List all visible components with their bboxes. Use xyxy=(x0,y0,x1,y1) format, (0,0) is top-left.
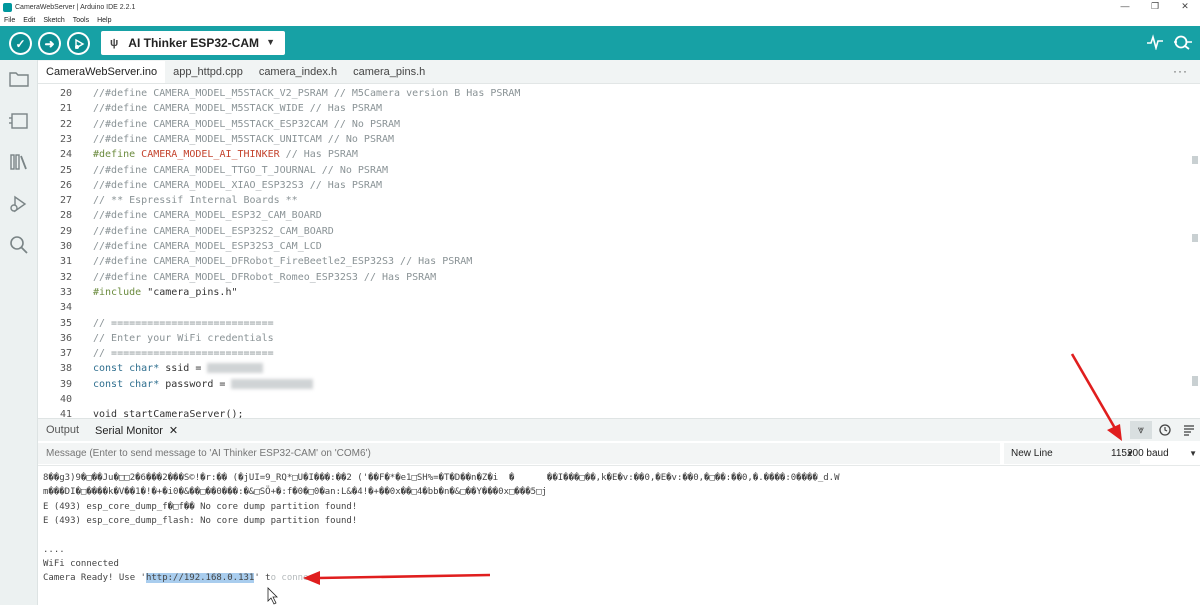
editor-scrollbar[interactable] xyxy=(1190,84,1200,418)
menu-bar: File Edit Sketch Tools Help xyxy=(0,14,1200,26)
usb-icon: ψ xyxy=(110,37,119,49)
sidebar xyxy=(0,60,38,605)
camera-url[interactable]: http://192.168.0.131 xyxy=(145,573,255,583)
verify-button[interactable]: ✓ xyxy=(9,32,32,55)
baud-rate-select[interactable]: 115200 baud ▼ xyxy=(1104,443,1200,464)
folder-icon[interactable] xyxy=(8,68,30,90)
code-line: 22//#define CAMERA_MODEL_M5STACK_ESP32CA… xyxy=(59,118,401,130)
code-line: 38 const char* ssid = xyxy=(38,361,264,376)
window-controls: — ❐ ✕ xyxy=(1110,0,1200,14)
minimize-icon[interactable]: — xyxy=(1110,0,1140,14)
debug-button[interactable] xyxy=(67,32,90,55)
code-line: 28//#define CAMERA_MODEL_ESP32_CAM_BOARD xyxy=(59,210,322,222)
output-line: WiFi connected xyxy=(43,559,119,569)
code-line: 24 #define CAMERA_MODEL_AI_THINKER // Has… xyxy=(59,149,358,161)
search-icon[interactable] xyxy=(8,234,30,256)
serial-output[interactable]: 8��g3)9�□��Ju�□□2�6���2���S©!�r:�� (�jUI… xyxy=(38,467,1200,605)
arrow-right-icon: ➜ xyxy=(40,34,59,53)
menu-help[interactable]: Help xyxy=(97,17,111,24)
more-icon[interactable]: ··· xyxy=(1173,64,1188,78)
code-line: 41 void startCameraServer(); xyxy=(59,409,244,418)
close-icon[interactable]: ✕ xyxy=(169,425,178,437)
redacted-ssid xyxy=(207,363,264,374)
output-line: 8��g3)9�□��Ju�□□2�6���2���S©!�r:�� (�jUI… xyxy=(43,473,840,483)
output-line: Camera Ready! Use 'http://192.168.0.131'… xyxy=(43,573,320,583)
code-line: 31//#define CAMERA_MODEL_DFRobot_FireBee… xyxy=(59,256,473,268)
code-line: 25//#define CAMERA_MODEL_TTGO_T_JOURNAL … xyxy=(59,164,389,176)
serial-plotter-icon[interactable] xyxy=(1146,34,1164,54)
code-line: 33 #include "camera_pins.h" xyxy=(59,286,238,298)
debug-icon xyxy=(69,34,88,53)
tab-serial-monitor[interactable]: Serial Monitor ✕ xyxy=(87,424,186,437)
baud-rate-value: 115200 baud xyxy=(1111,448,1169,459)
tab-output[interactable]: Output xyxy=(38,424,87,436)
menu-sketch[interactable]: Sketch xyxy=(43,17,64,24)
title-bar: CameraWebServer | Arduino IDE 2.2.1 — ❐ … xyxy=(0,0,1200,14)
code-line: 23//#define CAMERA_MODEL_M5STACK_UNITCAM… xyxy=(59,133,395,145)
serial-monitor-bar: New Line ▼ 115200 baud ▼ xyxy=(38,441,1200,466)
window-title: CameraWebServer | Arduino IDE 2.2.1 xyxy=(15,3,136,11)
arduino-app-icon xyxy=(3,2,12,12)
code-line: 30//#define CAMERA_MODEL_ESP32S3_CAM_LCD xyxy=(59,241,322,252)
line-ending-value: New Line xyxy=(1011,448,1053,459)
debug-icon[interactable] xyxy=(8,193,30,215)
menu-tools[interactable]: Tools xyxy=(73,17,89,24)
close-icon[interactable]: ✕ xyxy=(1170,0,1200,14)
tab-camera-pins[interactable]: camera_pins.h xyxy=(345,61,433,83)
code-line: 40 xyxy=(59,394,72,405)
upload-button[interactable]: ➜ xyxy=(38,32,61,55)
toolbar: ✓ ➜ ψ AI Thinker ESP32-CAM ▼ xyxy=(0,26,1200,60)
output-line: E (493) esp_core_dump_flash: No core dum… xyxy=(43,516,358,526)
tab-app-httpd[interactable]: app_httpd.cpp xyxy=(165,61,251,83)
clear-output-icon[interactable] xyxy=(1178,421,1200,439)
chevron-down-icon: ▼ xyxy=(266,37,275,47)
code-line: 27// ** Espressif Internal Boards ** xyxy=(59,195,298,207)
code-line: 20//#define CAMERA_MODEL_M5STACK_V2_PSRA… xyxy=(59,88,521,99)
tab-camera-index[interactable]: camera_index.h xyxy=(251,61,345,83)
code-line: 32//#define CAMERA_MODEL_DFRobot_Romeo_E… xyxy=(59,271,437,283)
serial-monitor-icon[interactable] xyxy=(1173,34,1193,54)
code-line: 35// =========================== xyxy=(59,317,274,329)
code-line: 37// =========================== xyxy=(59,348,274,360)
code-line: 36// Enter your WiFi credentials xyxy=(59,332,274,344)
redacted-password xyxy=(231,378,314,389)
board-name: AI Thinker ESP32-CAM xyxy=(128,36,259,50)
message-input[interactable] xyxy=(38,443,1000,464)
menu-file[interactable]: File xyxy=(4,17,15,24)
code-line: 34 xyxy=(59,302,72,314)
editor-tabs: CameraWebServer.ino app_httpd.cpp camera… xyxy=(38,60,1200,84)
tab-camerawebserver[interactable]: CameraWebServer.ino xyxy=(38,61,166,83)
output-line: .... xyxy=(43,545,65,555)
board-selector[interactable]: ψ AI Thinker ESP32-CAM ▼ xyxy=(101,31,285,55)
output-line: E (493) esp_core_dump_f�□f�� No core dum… xyxy=(43,502,358,512)
code-line: 26//#define CAMERA_MODEL_XIAO_ESP32S3 //… xyxy=(59,179,382,191)
maximize-icon[interactable]: ❐ xyxy=(1140,0,1170,14)
code-line: 29//#define CAMERA_MODEL_ESP32S2_CAM_BOA… xyxy=(59,225,334,237)
serial-monitor-actions: ⩔ xyxy=(1128,421,1200,439)
chevron-down-icon: ▼ xyxy=(1189,449,1197,458)
library-icon[interactable] xyxy=(8,151,30,173)
timestamp-icon[interactable] xyxy=(1154,421,1176,439)
code-line: 21//#define CAMERA_MODEL_M5STACK_WIDE //… xyxy=(59,103,382,115)
autoscroll-icon[interactable]: ⩔ xyxy=(1130,421,1152,439)
code-editor[interactable]: 20//#define CAMERA_MODEL_M5STACK_V2_PSRA… xyxy=(38,84,1200,418)
code-line: 39 const char* password = xyxy=(38,377,314,392)
output-line: m���DI�□����k�V��1�!�+�i0�&��□��0���:�&□… xyxy=(43,487,547,497)
board-icon[interactable] xyxy=(8,110,30,132)
menu-edit[interactable]: Edit xyxy=(23,17,35,24)
panel-tabs: Output Serial Monitor ✕ ⩔ xyxy=(38,418,1200,441)
checkmark-icon: ✓ xyxy=(11,34,30,53)
